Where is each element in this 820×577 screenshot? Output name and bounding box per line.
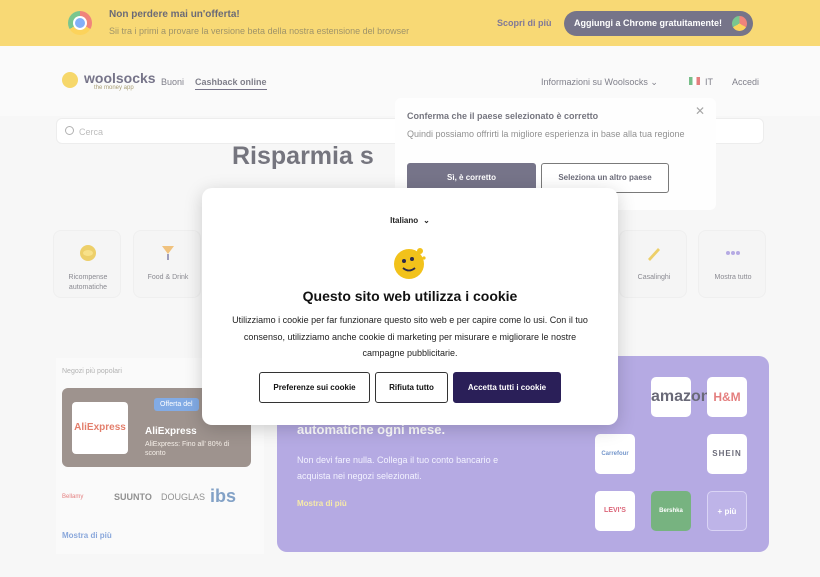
language-dropdown[interactable]: Italiano ⌄ [202, 216, 618, 225]
cookie-preferences-button[interactable]: Preferenze sui cookie [259, 372, 370, 403]
cookie-modal-title: Questo sito web utilizza i cookie [302, 288, 518, 304]
cookie-consent-modal: Italiano ⌄ Questo sito web utilizza i coo… [202, 188, 618, 425]
language-dropdown-label: Italiano [390, 216, 419, 225]
accept-all-cookies-button[interactable]: Accetta tutti i cookie [453, 372, 561, 403]
chevron-down-icon: ⌄ [423, 216, 430, 225]
cookie-modal-body: Utilizziamo i cookie per far funzionare … [232, 315, 588, 358]
cookie-icon [394, 248, 426, 279]
reject-all-button[interactable]: Rifiuta tutto [375, 372, 448, 403]
